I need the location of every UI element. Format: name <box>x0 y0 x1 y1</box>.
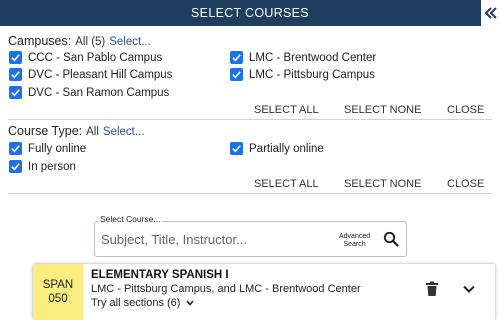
course-title: ELEMENTARY SPANISH I <box>91 269 229 281</box>
course-type-close-button[interactable]: CLOSE <box>447 178 484 190</box>
campus-option-label: CCC - San Pablo Campus <box>28 51 163 64</box>
trash-icon[interactable] <box>425 281 439 297</box>
checkbox-checked-icon[interactable] <box>9 142 22 155</box>
course-type-option-in-person[interactable]: In person <box>9 160 76 173</box>
course-type-select-all-button[interactable]: SELECT ALL <box>254 178 319 190</box>
chevron-down-icon[interactable] <box>461 281 477 297</box>
course-number: 050 <box>48 293 68 305</box>
checkbox-checked-icon[interactable] <box>230 68 243 81</box>
course-search-input[interactable] <box>101 232 336 247</box>
course-type-count: All <box>86 126 99 138</box>
checkbox-checked-icon[interactable] <box>9 68 22 81</box>
course-type-option-label: Partially online <box>249 142 324 155</box>
campus-option-label: DVC - Pleasant Hill Campus <box>28 68 173 81</box>
course-code-badge: SPAN 050 <box>33 264 83 320</box>
campus-option-label: LMC - Brentwood Center <box>249 51 377 64</box>
course-type-select-none-button[interactable]: SELECT NONE <box>344 178 421 190</box>
checkbox-checked-icon[interactable] <box>9 51 22 64</box>
campus-option-lmc-brentwood[interactable]: LMC - Brentwood Center <box>230 51 376 64</box>
campuses-count: All (5) <box>75 36 106 48</box>
divider <box>8 119 492 120</box>
dialog-header: SELECT COURSES <box>0 0 500 26</box>
course-type-filter-label: Course Type: All Select... <box>8 124 144 138</box>
campus-option-dvc-pleasant-hill[interactable]: DVC - Pleasant Hill Campus <box>9 68 172 81</box>
course-card: SPAN 050 ELEMENTARY SPANISH I LMC - Pitt… <box>33 264 495 320</box>
course-type-label: Course Type: <box>8 124 83 138</box>
advanced-search-link[interactable]: Advanced Search <box>339 233 370 249</box>
campuses-filter-label: Campuses: All (5) Select... <box>8 34 151 48</box>
campus-option-ccc-san-pablo[interactable]: CCC - San Pablo Campus <box>9 51 162 64</box>
campus-option-lmc-pittsburg[interactable]: LMC - Pittsburg Campus <box>230 68 375 81</box>
caret-down-icon <box>186 300 195 306</box>
campuses-label: Campuses: <box>8 34 72 48</box>
course-type-option-partially-online[interactable]: Partially online <box>230 142 324 155</box>
advanced-search-line1: Advanced <box>339 233 371 240</box>
checkbox-checked-icon[interactable] <box>9 160 22 173</box>
checkbox-checked-icon[interactable] <box>230 142 243 155</box>
double-chevron-left-icon <box>484 7 497 19</box>
course-type-option-label: In person <box>28 160 76 173</box>
course-type-option-label: Fully online <box>28 142 87 155</box>
advanced-search-line2: Search <box>343 241 366 248</box>
divider <box>8 193 492 194</box>
campus-option-label: LMC - Pittsburg Campus <box>249 68 375 81</box>
course-subject: SPAN <box>42 279 74 291</box>
course-type-select-link[interactable]: Select... <box>103 126 145 138</box>
campus-option-dvc-san-ramon[interactable]: DVC - San Ramon Campus <box>9 86 169 99</box>
try-sections-dropdown[interactable]: Try all sections (6) <box>91 297 195 309</box>
course-search-box: Advanced Search <box>94 221 407 257</box>
search-icon[interactable] <box>383 231 399 247</box>
collapse-button[interactable] <box>480 0 500 26</box>
course-campuses: LMC - Pittsburg Campus, and LMC - Brentw… <box>91 283 361 295</box>
dialog-title: SELECT COURSES <box>191 6 309 20</box>
try-sections-label: Try all sections (6) <box>91 297 181 309</box>
campus-option-label: DVC - San Ramon Campus <box>28 86 170 99</box>
campuses-select-none-button[interactable]: SELECT NONE <box>344 104 421 116</box>
checkbox-checked-icon[interactable] <box>230 51 243 64</box>
campuses-select-all-button[interactable]: SELECT ALL <box>254 104 319 116</box>
campuses-close-button[interactable]: CLOSE <box>447 104 484 116</box>
course-type-option-fully-online[interactable]: Fully online <box>9 142 86 155</box>
search-legend: Select Course... <box>98 214 163 224</box>
campuses-select-link[interactable]: Select... <box>109 36 151 48</box>
checkbox-checked-icon[interactable] <box>9 86 22 99</box>
